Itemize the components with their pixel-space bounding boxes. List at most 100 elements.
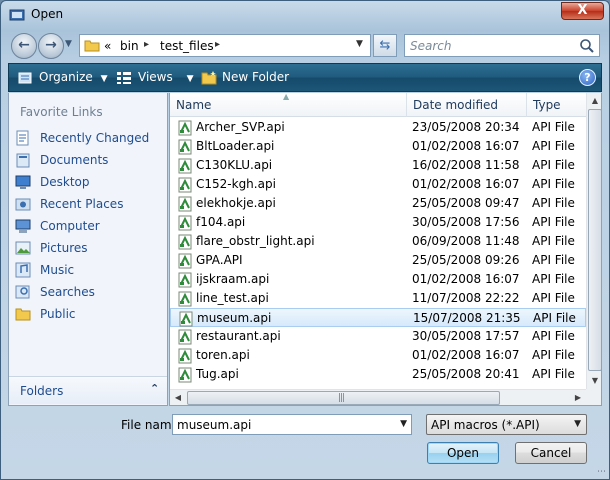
back-arrow-icon: ←: [18, 37, 30, 53]
file-date-modified: 15/07/2008 21:35: [413, 311, 521, 325]
recent-pages-dropdown-icon[interactable]: ▼: [65, 39, 72, 49]
search-icon[interactable]: [579, 38, 595, 54]
file-type: API File: [532, 234, 575, 248]
fav-item-public[interactable]: Public: [15, 304, 165, 324]
fav-item-searches[interactable]: Searches: [15, 282, 165, 302]
scroll-up-icon[interactable]: ▲: [587, 93, 601, 109]
new-folder-button[interactable]: New Folder: [222, 70, 289, 84]
file-type: API File: [532, 291, 575, 305]
file-date-modified: 16/02/2008 11:58: [412, 158, 520, 172]
column-header-label: Date modified: [413, 98, 499, 112]
column-header-type[interactable]: Type: [527, 93, 587, 117]
chevron-down-icon[interactable]: ▼: [400, 419, 407, 429]
file-row[interactable]: C130KLU.api 16/02/2008 11:58 API File: [170, 156, 586, 175]
open-button[interactable]: Open: [427, 442, 499, 464]
file-row[interactable]: Tug.api 25/05/2008 20:41 API File: [170, 365, 586, 384]
scroll-right-icon[interactable]: ▶: [570, 390, 586, 405]
file-row[interactable]: ijskraam.api 01/02/2008 16:07 API File: [170, 270, 586, 289]
fav-item-recent-places[interactable]: Recent Places: [15, 194, 165, 214]
scroll-corner: [586, 389, 601, 405]
file-row[interactable]: C152-kgh.api 01/02/2008 16:07 API File: [170, 175, 586, 194]
file-name: toren.api: [196, 348, 250, 362]
address-overflow[interactable]: «: [104, 39, 111, 53]
file-row[interactable]: restaurant.api 30/05/2008 17:57 API File: [170, 327, 586, 346]
close-button[interactable]: X: [561, 2, 604, 20]
scroll-left-icon[interactable]: ◀: [170, 390, 186, 405]
file-row[interactable]: line_test.api 11/07/2008 22:22 API File: [170, 289, 586, 308]
address-segment-bin[interactable]: bin: [120, 39, 139, 53]
horizontal-scrollbar[interactable]: ◀ ||| ▶: [170, 389, 586, 405]
recent-places-icon: [15, 198, 31, 211]
vertical-scrollbar[interactable]: ▲ ▼: [586, 93, 601, 389]
cancel-button[interactable]: Cancel: [515, 442, 587, 464]
file-name: flare_obstr_light.api: [196, 234, 315, 248]
navigation-pane: Favorite Links Recently Changed Document…: [8, 93, 168, 406]
fav-item-music[interactable]: Music: [15, 260, 165, 280]
chevron-down-icon[interactable]: ▼: [356, 39, 363, 49]
command-toolbar: Organize ▼ Views ▼ New Folder ?: [8, 63, 602, 92]
back-button[interactable]: ←: [11, 33, 37, 59]
horizontal-scroll-thumb[interactable]: |||: [187, 391, 500, 405]
column-header-date-modified[interactable]: Date modified: [407, 93, 527, 117]
views-label: Views: [138, 70, 173, 84]
address-segment-test-files[interactable]: test_files: [160, 39, 214, 53]
api-file-icon: [178, 158, 192, 174]
views-button[interactable]: Views ▼: [138, 70, 193, 84]
file-date-modified: 25/05/2008 09:47: [412, 196, 520, 210]
chevron-down-icon: ▼: [100, 74, 108, 84]
refresh-icon: ⇆: [379, 38, 391, 53]
file-type-select[interactable]: API macros (*.API) ▼: [426, 414, 587, 435]
folders-toggle[interactable]: Folders ⌃: [9, 376, 167, 404]
chevron-right-icon[interactable]: ▸: [215, 39, 220, 50]
file-name: elekhokje.api: [196, 196, 276, 210]
fav-item-recently-changed[interactable]: Recently Changed: [15, 128, 165, 148]
api-file-icon: [178, 120, 192, 136]
fav-item-documents[interactable]: Documents: [15, 150, 165, 170]
scroll-down-icon[interactable]: ▼: [587, 373, 601, 389]
favorite-links-heading: Favorite Links: [20, 105, 103, 119]
column-header-name[interactable]: ▲ Name: [170, 93, 407, 117]
file-type: API File: [532, 367, 575, 381]
file-name: Tug.api: [196, 367, 239, 381]
refresh-button[interactable]: ⇆: [373, 34, 397, 57]
forward-button[interactable]: →: [38, 33, 64, 59]
api-file-icon: [178, 348, 192, 364]
file-row[interactable]: museum.api 15/07/2008 21:35 API File: [170, 308, 586, 327]
file-name-input[interactable]: museum.api ▼: [172, 414, 412, 435]
search-input[interactable]: Search: [404, 34, 600, 57]
fav-item-desktop[interactable]: Desktop: [15, 172, 165, 192]
organize-label: Organize: [39, 70, 93, 84]
resize-grip-icon[interactable]: ⋯: [597, 467, 606, 477]
views-icon: [117, 72, 131, 84]
file-row[interactable]: BltLoader.api 01/02/2008 16:07 API File: [170, 137, 586, 156]
public-folder-icon: [15, 308, 31, 321]
file-name: line_test.api: [196, 291, 269, 305]
file-row[interactable]: f104.api 30/05/2008 17:56 API File: [170, 213, 586, 232]
chevron-right-icon[interactable]: ▸: [144, 39, 149, 50]
pictures-icon: [15, 241, 31, 255]
help-icon[interactable]: ?: [579, 69, 596, 86]
grip-icon: |||: [338, 393, 345, 403]
file-row[interactable]: elekhokje.api 25/05/2008 09:47 API File: [170, 194, 586, 213]
title-bar[interactable]: Open X: [1, 1, 609, 29]
organize-button[interactable]: Organize ▼: [39, 70, 108, 84]
fav-item-pictures[interactable]: Pictures: [15, 238, 165, 258]
api-file-icon: [178, 367, 192, 383]
file-row[interactable]: toren.api 01/02/2008 16:07 API File: [170, 346, 586, 365]
file-row[interactable]: flare_obstr_light.api 06/09/2008 11:48 API…: [170, 232, 586, 251]
column-header-label: Type: [533, 98, 561, 112]
file-type: API File: [532, 158, 575, 172]
api-file-icon: [178, 177, 192, 193]
new-folder-icon: [201, 71, 217, 85]
fav-item-label: Music: [40, 263, 75, 277]
fav-item-computer[interactable]: Computer: [15, 216, 165, 236]
file-name-value: museum.api: [177, 418, 252, 432]
vertical-scroll-thumb[interactable]: [588, 109, 601, 371]
fav-item-label: Documents: [40, 153, 109, 167]
file-row[interactable]: GPA.API 25/05/2008 09:26 API File: [170, 251, 586, 270]
fav-item-label: Desktop: [40, 175, 90, 189]
api-file-icon: [178, 253, 192, 269]
file-row[interactable]: Archer_SVP.api 23/05/2008 20:34 API File: [170, 118, 586, 137]
computer-icon: [15, 219, 31, 233]
address-bar[interactable]: « bin ▸ test_files ▸ ▼: [79, 34, 371, 57]
